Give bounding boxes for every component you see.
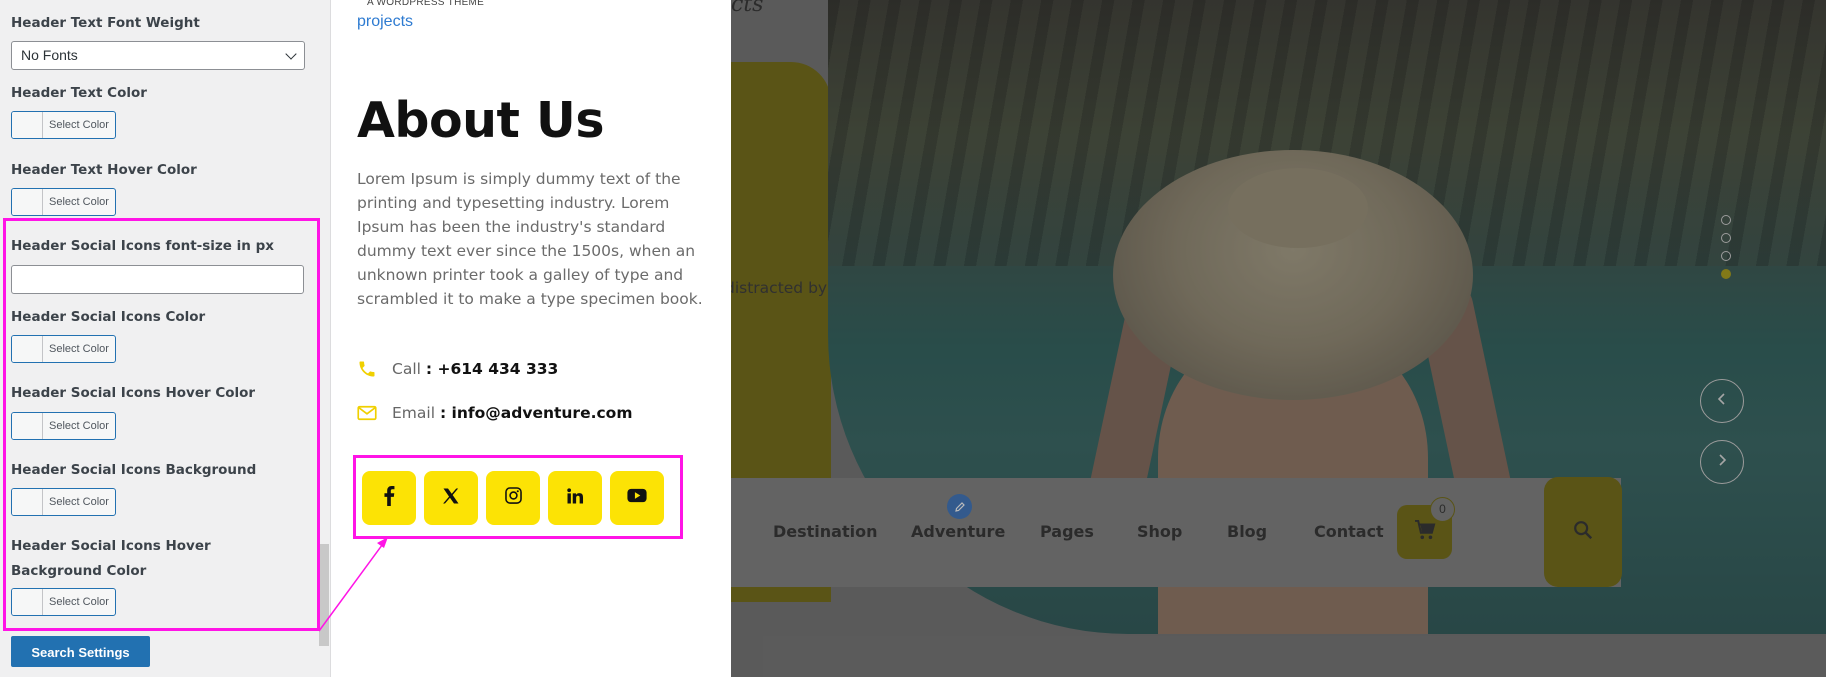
- nav-blog[interactable]: Blog: [1227, 522, 1267, 541]
- chevron-left-icon: [1716, 392, 1728, 411]
- slider-dot-4[interactable]: [1721, 269, 1731, 279]
- chevron-down-icon: [285, 48, 297, 60]
- hero-text-fragment: distracted by: [731, 279, 828, 297]
- search-icon: [1572, 519, 1594, 546]
- phone-icon: [357, 359, 381, 379]
- nav-contact[interactable]: Contact: [1314, 522, 1384, 541]
- wordpress-theme-tag: A WORDPRESS THEME: [367, 0, 485, 8]
- select-color-label: Select Color: [49, 196, 109, 208]
- text-color-picker-button[interactable]: Select Color: [11, 111, 116, 139]
- select-color-label: Select Color: [49, 119, 109, 131]
- slider-prev-button[interactable]: [1700, 379, 1744, 423]
- search-button[interactable]: [1544, 477, 1622, 587]
- nav-destination[interactable]: Destination: [773, 522, 878, 541]
- envelope-icon: [357, 405, 381, 421]
- contact-call: Call : +614 434 333: [357, 359, 558, 379]
- text-color-label: Header Text Color: [11, 85, 147, 101]
- font-weight-label: Header Text Font Weight: [11, 15, 200, 31]
- cart-count-badge: 0: [1430, 497, 1455, 522]
- color-swatch: [12, 112, 43, 138]
- search-settings-button[interactable]: Search Settings: [11, 636, 150, 667]
- nav-pages[interactable]: Pages: [1040, 522, 1094, 541]
- call-label: Call: [392, 360, 421, 378]
- edit-pencil-icon[interactable]: [947, 494, 972, 519]
- slider-next-button[interactable]: [1700, 440, 1744, 484]
- cart-icon: [1414, 519, 1436, 545]
- email-label: Email: [392, 404, 436, 422]
- slider-dot-3[interactable]: [1721, 251, 1731, 261]
- nav-adventure[interactable]: Adventure: [911, 522, 1005, 541]
- contact-email: Email : info@adventure.com: [357, 404, 632, 422]
- hero-title-fragment: cts: [731, 0, 764, 17]
- email-value: : info@adventure.com: [439, 404, 633, 422]
- slider-dot-1[interactable]: [1721, 215, 1731, 225]
- chevron-right-icon: [1716, 453, 1728, 472]
- social-settings-highlight: [3, 218, 320, 631]
- hero-yellow-tab: [731, 587, 751, 602]
- nav-shop[interactable]: Shop: [1137, 522, 1182, 541]
- slider-dot-2[interactable]: [1721, 233, 1731, 243]
- call-value: : +614 434 333: [425, 360, 559, 378]
- social-icons-highlight: [353, 455, 683, 539]
- photo-hat-crown: [1228, 168, 1368, 248]
- projects-link[interactable]: projects: [357, 13, 413, 31]
- font-weight-select[interactable]: No Fonts: [11, 41, 305, 70]
- about-body: Lorem Ipsum is simply dummy text of the …: [357, 170, 703, 308]
- text-hover-color-picker-button[interactable]: Select Color: [11, 188, 116, 216]
- text-hover-color-label: Header Text Hover Color: [11, 162, 197, 178]
- color-swatch: [12, 189, 43, 215]
- connector-arrow: [318, 537, 388, 632]
- font-weight-value: No Fonts: [21, 47, 78, 63]
- hero-section: cts distracted by Destination Adventure …: [731, 0, 1826, 677]
- page-title: About Us: [357, 92, 604, 149]
